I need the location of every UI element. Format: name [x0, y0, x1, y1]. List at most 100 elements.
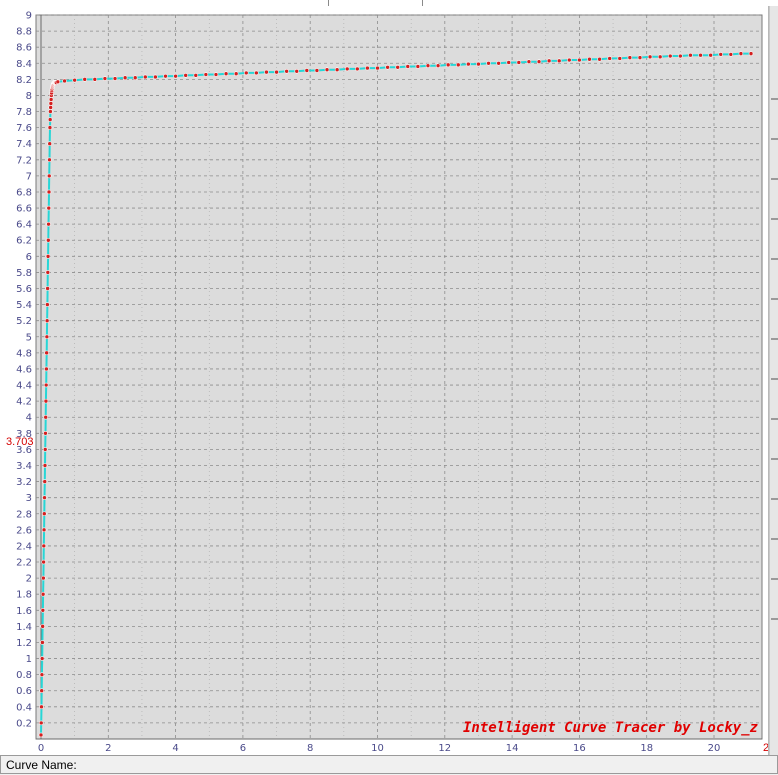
data-point	[657, 54, 663, 60]
data-point	[203, 72, 209, 77]
data-point	[48, 101, 54, 106]
data-point	[46, 221, 51, 227]
data-point	[425, 63, 431, 68]
data-point	[40, 624, 45, 629]
x-tick-label: 8	[307, 743, 313, 754]
data-point	[597, 56, 602, 62]
data-point	[42, 463, 48, 468]
right-scrollbar[interactable]	[769, 6, 778, 755]
x-tick-label: 14	[506, 743, 519, 754]
data-point	[213, 72, 219, 77]
data-point	[415, 64, 421, 69]
data-point	[395, 64, 400, 70]
data-point	[254, 70, 259, 76]
data-point	[506, 60, 512, 65]
y-tick-label: 3.2	[16, 477, 32, 488]
data-point	[466, 61, 471, 67]
y-tick-label: 1.2	[16, 638, 32, 649]
data-point	[39, 656, 45, 661]
y-tick-label: 8	[26, 91, 32, 102]
data-point	[516, 60, 522, 65]
data-point	[47, 125, 53, 130]
data-point	[47, 141, 53, 147]
data-point	[274, 69, 279, 75]
data-point	[38, 732, 44, 738]
y-tick-label: 6	[26, 252, 32, 263]
y-tick-label: 8.6	[16, 43, 32, 54]
x-tick-label: 6	[240, 743, 246, 754]
data-point	[46, 189, 52, 195]
data-point	[41, 559, 46, 565]
data-point	[40, 607, 46, 613]
data-point	[688, 52, 693, 58]
data-point	[617, 56, 623, 61]
data-point	[708, 52, 713, 58]
y-tick-label: 5	[26, 332, 32, 343]
curve-chart[interactable]: 0.2 0.4 0.6 0.8 1 1.2 1.4 1.6 1.8 2 2.2 2.4 2.6 2.8 3 3…	[0, 6, 768, 755]
data-point	[405, 64, 411, 69]
x-tick-label: 10	[371, 743, 384, 754]
data-point	[44, 350, 49, 356]
y-tick-label: 4	[26, 413, 32, 424]
data-point	[72, 77, 77, 83]
data-point	[718, 52, 724, 57]
data-point	[193, 73, 199, 78]
y-tick-label: 0.6	[16, 686, 32, 697]
data-point	[577, 57, 582, 63]
data-point	[284, 69, 289, 74]
y-tick-label: 4.8	[16, 348, 32, 359]
y-tick-label: 6.4	[16, 220, 32, 231]
data-point	[47, 117, 53, 122]
data-point	[637, 55, 643, 60]
y-tick-label: 4.2	[16, 397, 32, 408]
y-tick-label: 4.4	[16, 381, 32, 392]
data-point	[698, 52, 703, 58]
data-point	[38, 720, 44, 726]
y-tick-label: 2	[26, 574, 32, 585]
y-tick-label: 2.2	[16, 558, 32, 569]
data-point	[45, 286, 50, 291]
data-point	[44, 366, 49, 372]
x-edge-label: 2’	[763, 742, 768, 754]
data-point	[183, 73, 188, 78]
data-point	[355, 66, 360, 72]
data-point	[445, 62, 451, 68]
data-point	[546, 58, 552, 64]
data-point	[40, 591, 46, 597]
data-point	[294, 69, 300, 74]
data-point	[243, 70, 249, 76]
data-point	[39, 672, 45, 677]
y-tick-label: 0.8	[16, 670, 32, 681]
y-tick-label: 6.8	[16, 187, 32, 198]
data-point	[365, 65, 370, 71]
y-tick-label: 5.2	[16, 316, 32, 327]
data-point	[526, 59, 532, 64]
data-point	[47, 157, 52, 163]
x-tick-label: 4	[172, 743, 178, 754]
data-point	[556, 58, 562, 64]
y-tick-label: 5.6	[16, 284, 32, 295]
data-point	[435, 63, 441, 68]
y-tick-label: 6.6	[16, 204, 32, 215]
data-point	[40, 640, 45, 645]
data-point	[42, 479, 48, 484]
data-point	[344, 66, 350, 72]
data-point	[173, 73, 178, 79]
x-tick-label: 18	[640, 743, 653, 754]
data-point	[385, 64, 390, 70]
data-point	[43, 414, 49, 420]
data-point	[223, 71, 229, 77]
data-point	[55, 79, 61, 85]
y-tick-label: 4.6	[16, 364, 32, 375]
plot-background	[35, 14, 763, 740]
x-tick-label: 12	[438, 743, 451, 754]
y-tick-label: 8.4	[16, 59, 32, 70]
plot-area[interactable]: 0.2 0.4 0.6 0.8 1 1.2 1.4 1.6 1.8 2 2.2 2.4 2.6 2.8 3 3…	[0, 6, 769, 755]
y-tick-label: 7.8	[16, 107, 32, 118]
x-tick-label: 2	[105, 743, 111, 754]
y-tick-label: 2.6	[16, 525, 32, 536]
data-point	[375, 65, 380, 71]
x-tick-label: 20	[708, 743, 721, 754]
y-tick-label: 5.8	[16, 268, 32, 279]
data-point	[43, 382, 49, 388]
